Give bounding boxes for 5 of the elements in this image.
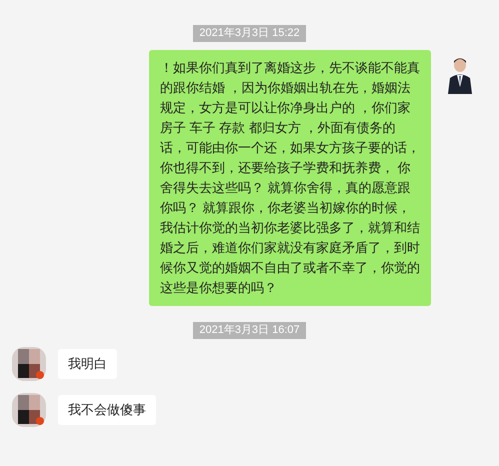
message-bubble: 我明白 [58,349,117,379]
timestamp: 2021年3月3日 16:07 [193,322,306,339]
message-bubble: 我不会做傻事 [58,395,156,425]
message-bubble: ！如果你们真到了离婚这步，先不谈能不能真的跟你结婚 ，因为你婚姻出轨在先，婚姻法规定，女方是可以让你净身出户的 ，你们家房子 车子 存款 都归女方 ，外面有债务的话，可能由你一个还，如果女方孩子要的话，你也得不到，还要给孩子学费和抚养费， 你舍得失去这些吗？ 就算你舍得，真的愿意跟你吗？ 就算跟你，你老婆当初嫁你的时候，我估计你觉的当初你老婆比强多了，就算和结婚之后，难道你们家就没有家庭矛盾了，到时候你又觉的婚姻不自由了或者不幸了，你觉的这些是你想要的吗？ [149,50,431,306]
timestamp: 2021年3月3日 15:22 [193,25,306,42]
